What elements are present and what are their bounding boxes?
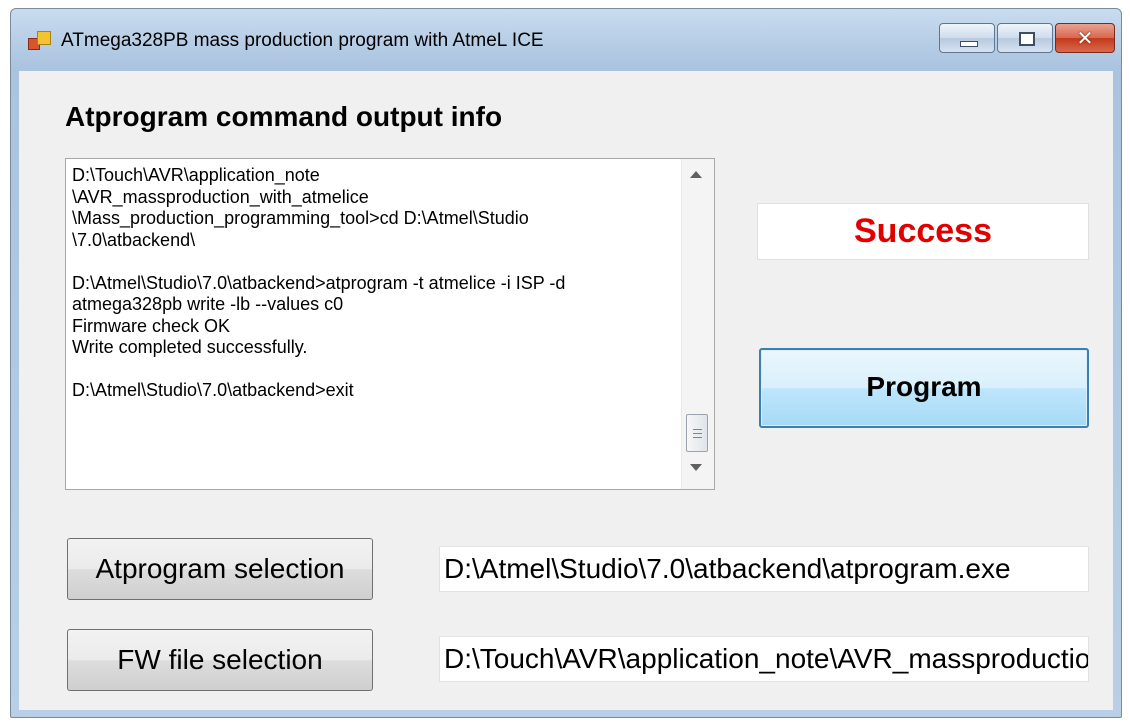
minimize-icon	[960, 41, 978, 47]
minimize-button[interactable]	[939, 23, 995, 53]
program-button[interactable]: Program	[759, 348, 1089, 428]
command-output-textbox[interactable]: D:\Touch\AVR\application_note \AVR_massp…	[65, 158, 715, 490]
atprogram-path-field[interactable]: D:\Atmel\Studio\7.0\atbackend\atprogram.…	[439, 546, 1089, 592]
close-button[interactable]: ✕	[1055, 23, 1115, 53]
client-area: Atprogram command output info D:\Touch\A…	[19, 71, 1113, 710]
fw-path-field[interactable]: D:\Touch\AVR\application_note\AVR_masspr…	[439, 636, 1089, 682]
app-icon	[28, 31, 52, 51]
title-bar[interactable]: ATmega328PB mass production program with…	[11, 9, 1121, 71]
output-scrollbar[interactable]	[681, 159, 714, 489]
scroll-down-arrow-icon[interactable]	[690, 464, 702, 471]
fw-file-selection-button[interactable]: FW file selection	[67, 629, 373, 691]
command-output-text: D:\Touch\AVR\application_note \AVR_massp…	[72, 165, 566, 400]
atprogram-selection-button[interactable]: Atprogram selection	[67, 538, 373, 600]
maximize-button[interactable]	[997, 23, 1053, 53]
status-label: Success	[757, 203, 1089, 260]
maximize-icon	[1019, 32, 1035, 46]
scroll-up-arrow-icon[interactable]	[690, 171, 702, 178]
window-title: ATmega328PB mass production program with…	[61, 30, 544, 51]
scroll-thumb[interactable]	[686, 414, 708, 452]
output-heading: Atprogram command output info	[65, 101, 503, 132]
close-icon: ✕	[1076, 26, 1094, 50]
app-window: ATmega328PB mass production program with…	[10, 8, 1122, 718]
